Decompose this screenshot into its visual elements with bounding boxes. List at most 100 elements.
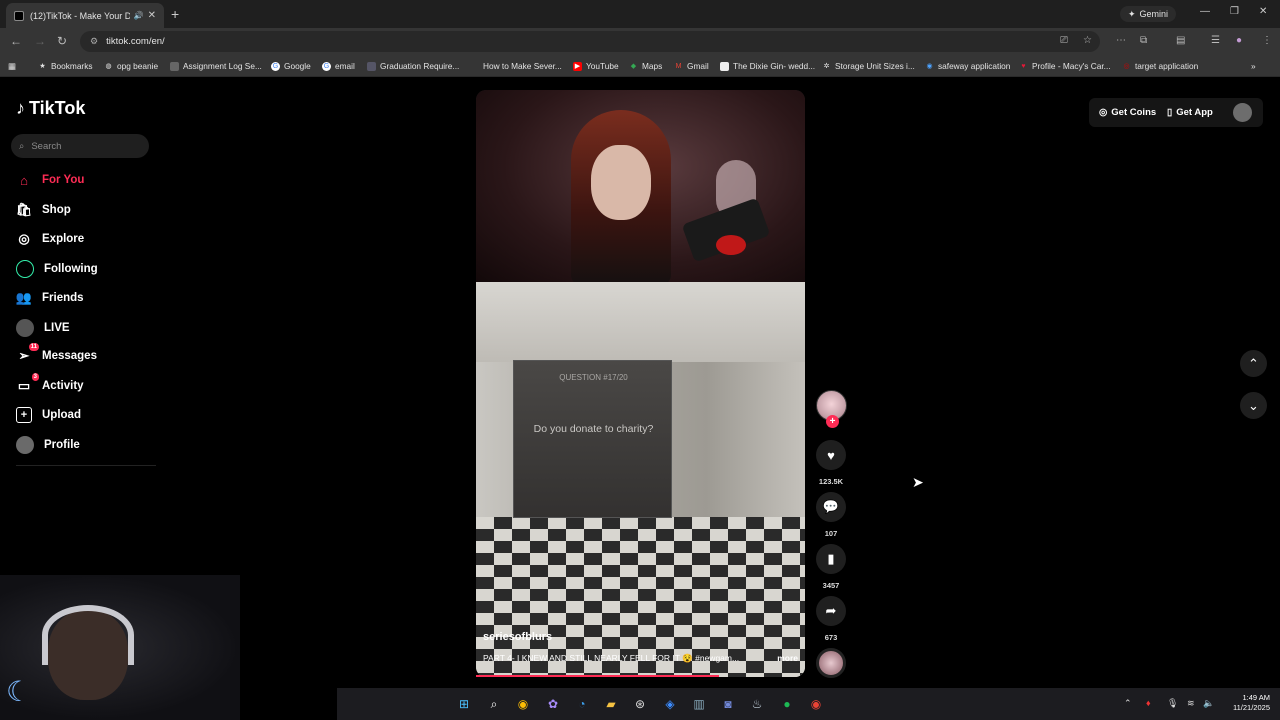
comment-count: 107 <box>824 529 838 538</box>
nav-item-for-you[interactable]: ⌂ For You <box>16 172 84 188</box>
more-button[interactable]: more <box>777 653 798 664</box>
nav-item-profile[interactable]: Profile <box>16 436 80 454</box>
bookmark-item[interactable]: Gemail <box>322 61 355 71</box>
nav-item-following[interactable]: Following <box>16 260 98 278</box>
save-action[interactable]: ▮ 3457 <box>816 544 846 590</box>
edge-icon[interactable]: ◔ <box>574 696 590 712</box>
comment-action[interactable]: 💬 107 <box>816 492 846 538</box>
taskbar-clock[interactable]: 1:49 AM 11/21/2025 <box>1222 693 1270 713</box>
webcam-overlay: ☾ <box>0 575 240 720</box>
bookmark-star-icon[interactable]: ☆ <box>1083 35 1092 46</box>
get-app-button[interactable]: ▯ Get App <box>1167 101 1213 124</box>
microphone-icon[interactable]: 🎙 <box>1167 698 1178 709</box>
bookmark-item[interactable]: ◉ safeway application <box>925 61 1010 71</box>
bookmark-item[interactable]: ✲ Storage Unit Sizes i... <box>822 61 915 71</box>
save-count: 3457 <box>822 581 840 590</box>
bookmark-item[interactable]: G Google <box>271 61 311 71</box>
bookmark-item[interactable]: How to Make Sever... <box>470 61 562 71</box>
bookmark-item[interactable]: ★ Bookmarks <box>38 61 92 71</box>
more-bookmarks-icon[interactable]: » <box>1251 61 1256 71</box>
share-icon[interactable]: ➦ <box>816 596 846 626</box>
close-tab-icon[interactable]: ✕ <box>148 10 156 21</box>
extension-dots-icon[interactable]: ⋯ <box>1116 35 1126 46</box>
get-coins-button[interactable]: ◎ Get Coins <box>1099 101 1156 124</box>
chrome-active-icon[interactable]: ◉ <box>808 696 824 712</box>
bookmark-item[interactable]: M Gmail <box>674 61 709 71</box>
reload-icon[interactable]: ↻ <box>57 34 67 48</box>
creator-avatar[interactable]: + <box>816 390 847 428</box>
file-explorer-icon[interactable]: ▰ <box>603 696 619 712</box>
site-info-icon[interactable]: ⚙ <box>90 36 98 47</box>
next-video-button[interactable]: ⌄ <box>1240 392 1267 419</box>
bookmark-item[interactable]: The Dixie Gin- wedd... <box>720 61 815 71</box>
install-app-icon[interactable]: ⎚ <box>1060 35 1068 46</box>
nav-item-shop[interactable]: 🛍 Shop <box>16 202 71 218</box>
openai-icon[interactable]: ⊛ <box>632 696 648 712</box>
discord-icon[interactable]: ◙ <box>720 696 736 712</box>
red-lamp <box>716 235 746 255</box>
bookmark-item[interactable]: ◆ Maps <box>629 61 663 71</box>
wifi-icon[interactable]: ≋ <box>1187 698 1195 709</box>
bookmark-item[interactable]: ▶ YouTube <box>573 61 619 71</box>
nav-item-upload[interactable]: + Upload <box>16 407 81 423</box>
side-panel-icon[interactable]: ▤ <box>1176 35 1185 46</box>
nav-item-friends[interactable]: 👥 Friends <box>16 290 84 306</box>
restore-icon[interactable]: ❐ <box>1230 6 1239 17</box>
previous-video-button[interactable]: ⌃ <box>1240 350 1267 377</box>
speaker-icon[interactable]: 🔊 <box>134 11 144 20</box>
close-window-icon[interactable]: ✕ <box>1259 6 1267 17</box>
taskbar-search-icon[interactable]: ⌕ <box>486 696 502 712</box>
tray-overflow-icon[interactable]: ⌃ <box>1124 698 1132 709</box>
bookmark-item[interactable]: ♥ Profile - Macy's Car... <box>1019 61 1110 71</box>
gemini-button[interactable]: ✦ Gemini <box>1120 6 1177 22</box>
google-icon: G <box>322 61 331 71</box>
back-icon[interactable]: ← <box>10 34 22 48</box>
search-input[interactable]: ⌕ Search <box>11 134 149 158</box>
vscode-icon[interactable]: ◈ <box>662 696 678 712</box>
like-action[interactable]: ♥ 123.5K <box>816 440 846 486</box>
bookmark-item[interactable]: ◎ target application <box>1122 61 1198 71</box>
star-icon: ★ <box>39 62 46 70</box>
sidebar-divider <box>16 465 156 466</box>
volume-icon[interactable]: 🔈 <box>1203 698 1214 709</box>
tray-app-icon[interactable]: ♦ <box>1146 698 1151 708</box>
chrome-icon[interactable]: ◉ <box>515 696 531 712</box>
menu-kebab-icon[interactable]: ⋮ <box>1262 35 1272 46</box>
windows-start-icon[interactable]: ⊞ <box>456 696 472 712</box>
follow-plus-icon[interactable]: + <box>826 415 839 428</box>
tiktok-logo[interactable]: ♪ TikTok <box>16 98 85 119</box>
music-disc-icon[interactable] <box>816 648 846 678</box>
tab-search-icon[interactable]: ☰ <box>1211 35 1220 46</box>
comment-icon[interactable]: 💬 <box>816 492 846 522</box>
nav-item-activity[interactable]: ▭ 3 Activity <box>16 373 84 394</box>
app-icon[interactable]: ▥ <box>691 696 707 712</box>
logo-text: TikTok <box>29 98 86 118</box>
browser-tab-tiktok[interactable]: (12)TikTok - Make Your Day 🔊 ✕ <box>6 3 164 28</box>
apps-grid-icon[interactable]: ▦ <box>8 61 16 71</box>
bookmark-item[interactable]: Assignment Log Se... <box>170 61 262 71</box>
profile-icon <box>16 436 34 454</box>
minimize-icon[interactable]: — <box>1200 6 1210 17</box>
copilot-icon[interactable]: ✿ <box>545 696 561 712</box>
nav-item-live[interactable]: LIVE <box>16 319 70 337</box>
bookmark-item[interactable]: Graduation Require... <box>367 61 459 71</box>
new-tab-button[interactable]: + <box>171 6 179 22</box>
video-player[interactable]: QUESTION #17/20 Do you donate to charity… <box>476 90 805 677</box>
maps-icon: ◆ <box>630 62 637 70</box>
share-action[interactable]: ➦ 673 <box>816 596 846 642</box>
nav-item-explore[interactable]: ◎ Explore <box>16 231 84 247</box>
moon-icon: ☾ <box>6 676 32 707</box>
bookmark-item[interactable]: ◍ opg beanie <box>104 61 158 71</box>
profile-avatar-icon[interactable]: ● <box>1236 35 1242 46</box>
steam-icon[interactable]: ♨ <box>749 696 765 712</box>
forward-icon[interactable]: → <box>34 34 46 48</box>
video-progress-bar[interactable] <box>476 675 720 677</box>
bookmark-icon[interactable]: ▮ <box>816 544 846 574</box>
user-avatar[interactable] <box>1233 103 1252 122</box>
nav-item-messages[interactable]: ➢ 11 Messages <box>16 343 97 364</box>
address-bar[interactable]: ⚙ tiktok.com/en/ <box>80 31 1100 52</box>
extensions-icon[interactable]: ⧉ <box>1140 35 1147 46</box>
spotify-icon[interactable]: ● <box>779 696 795 712</box>
video-username[interactable]: seriesofblurs <box>483 631 798 643</box>
heart-icon[interactable]: ♥ <box>816 440 846 470</box>
